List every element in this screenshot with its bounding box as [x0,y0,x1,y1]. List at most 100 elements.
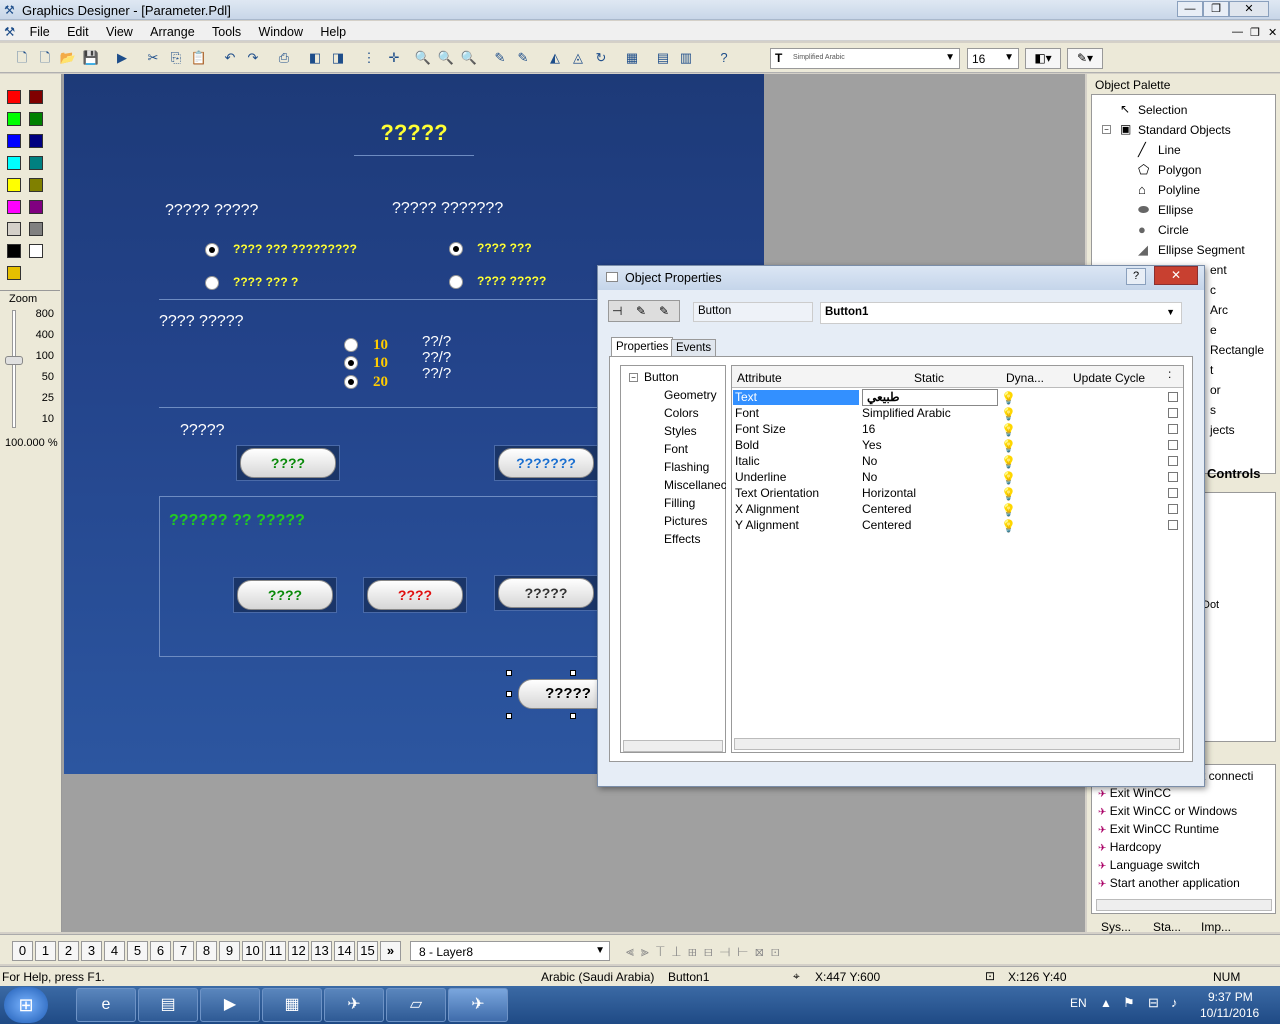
properties-icon[interactable]: ✎ [513,48,533,68]
color-swatch[interactable] [29,222,43,236]
color-swatch[interactable] [29,200,43,214]
color-swatch[interactable] [29,134,43,148]
radio-option-1[interactable] [205,243,219,257]
mirror-icon[interactable]: ◭ [545,48,565,68]
tree-item-filling[interactable]: Filling [664,496,695,510]
zoom-level[interactable]: 100 [26,350,54,362]
palette-item-partial[interactable]: s [1210,403,1216,417]
layer-button[interactable]: 2 [58,941,79,961]
header-static[interactable]: Static [914,371,944,385]
radio-value-2[interactable] [344,356,358,370]
new-project-icon[interactable]: 🗋 [35,48,55,68]
custom-color-icon[interactable] [7,266,21,280]
more-layers-icon[interactable]: » [380,941,401,961]
static-text-orientation[interactable]: Horizontal [862,486,916,500]
checkbox[interactable] [1168,488,1178,498]
new-icon[interactable]: 🗋 [12,48,32,68]
layer-button[interactable]: 10 [242,941,263,961]
static-y-alignment[interactable]: Centered [862,518,911,532]
layers-icon[interactable]: ▥ [676,48,696,68]
network-icon[interactable]: ⊟ [1148,995,1159,1011]
bulb-icon[interactable]: 💡 [1001,422,1016,438]
color-swatch[interactable] [29,156,43,170]
attr-bold[interactable]: Bold [733,438,759,452]
clock-date[interactable]: 10/11/2016 [1200,1006,1259,1020]
minimize-button[interactable]: — [1177,1,1203,17]
tree-item-colors[interactable]: Colors [664,406,699,420]
media-player-icon[interactable]: ▶ [200,988,260,1022]
option-2-label[interactable]: ???? ??? ? [233,275,298,289]
wizard-item[interactable]: ✈ Start another application [1098,875,1240,893]
section2-label[interactable]: ???? ????? [159,313,244,331]
menu-file[interactable]: File [23,22,57,42]
bulb-icon[interactable]: 💡 [1001,390,1016,406]
picture-button-3[interactable]: ???? [237,580,333,610]
bulb-icon[interactable]: 💡 [1001,470,1016,486]
layer-button[interactable]: 4 [104,941,125,961]
unit-1[interactable]: ??/? [422,333,451,350]
tree-item-geometry[interactable]: Geometry [664,388,717,402]
menu-help[interactable]: Help [313,22,353,42]
rotate-icon[interactable]: ↻ [591,48,611,68]
static-italic[interactable]: No [862,454,877,468]
palette-item-partial[interactable]: or [1210,383,1221,397]
palette-item-circle[interactable]: Circle [1158,223,1189,237]
show-hidden-icon[interactable]: ▲ [1100,996,1112,1010]
tab-standard[interactable]: Sta... [1153,920,1181,934]
tab-controls[interactable]: Controls [1207,466,1260,481]
header-update-cycle[interactable]: Update Cycle [1073,371,1145,385]
close-button[interactable]: ✕ [1229,1,1269,17]
checkbox[interactable] [1168,424,1178,434]
checkbox[interactable] [1168,472,1178,482]
print-icon[interactable]: ⎙ [274,48,294,68]
checkbox[interactable] [1168,520,1178,530]
explorer-icon[interactable]: ▤ [138,988,198,1022]
checkbox[interactable] [1168,392,1178,402]
static-x-alignment[interactable]: Centered [862,502,911,516]
tab-properties[interactable]: Properties [611,337,674,357]
radio-value-1[interactable] [344,338,358,352]
option-3-label[interactable]: ???? ??? [477,241,532,255]
tree-item-effects[interactable]: Effects [664,532,700,546]
bulb-icon[interactable]: 💡 [1001,438,1016,454]
internet-explorer-icon[interactable]: e [76,988,136,1022]
wizard-item[interactable]: ✈ Exit WinCC [1098,785,1240,803]
flip-icon[interactable]: ◬ [568,48,588,68]
checkbox[interactable] [1168,504,1178,514]
send-back-icon[interactable]: ◨ [328,48,348,68]
palette-item-standard-objects[interactable]: Standard Objects [1138,123,1231,137]
picture-button-1[interactable]: ???? [240,448,336,478]
zoom-level[interactable]: 50 [26,371,54,383]
object-select[interactable]: Button1 ▼ [820,302,1182,324]
selection-handle[interactable] [506,713,512,719]
volume-icon[interactable]: ♪ [1171,995,1178,1010]
layer-button[interactable]: 14 [334,941,355,961]
zoom-slider-track[interactable] [12,310,16,428]
palette-item-partial[interactable]: jects [1210,423,1235,437]
layer-button[interactable]: 5 [127,941,148,961]
format-painter-icon[interactable]: ✎ [490,48,510,68]
color-swatch[interactable] [7,90,21,104]
tree-item-font[interactable]: Font [664,442,688,456]
menu-view[interactable]: View [99,22,140,42]
palette-item-partial[interactable]: ent [1210,263,1227,277]
radio-option-4[interactable] [449,275,463,289]
header-attribute[interactable]: Attribute [737,371,782,385]
run-icon[interactable]: ▶ [112,48,132,68]
attr-y-alignment[interactable]: Y Alignment [733,518,799,532]
zoom-out-icon[interactable]: 🔍 [436,48,456,68]
checkbox[interactable] [1168,456,1178,466]
static-bold[interactable]: Yes [862,438,882,452]
zoom-level[interactable]: 10 [26,413,54,425]
palette-item-partial[interactable]: Rectangle [1210,343,1264,357]
static-text-input[interactable]: طبيعي [862,389,998,406]
wizard-item[interactable]: ✈ Exit WinCC or Windows [1098,803,1240,821]
layer-button[interactable]: 13 [311,941,332,961]
color-swatch[interactable] [7,156,21,170]
static-font-size[interactable]: 16 [862,422,875,436]
zoom-fit-icon[interactable]: 🔍 [459,48,479,68]
palette-item-partial[interactable]: Arc [1210,303,1228,317]
section4-label[interactable]: ?????? ?? ????? [169,512,305,530]
picture-button-5[interactable]: ????? [498,578,594,608]
picture-title[interactable]: ????? [354,120,474,146]
